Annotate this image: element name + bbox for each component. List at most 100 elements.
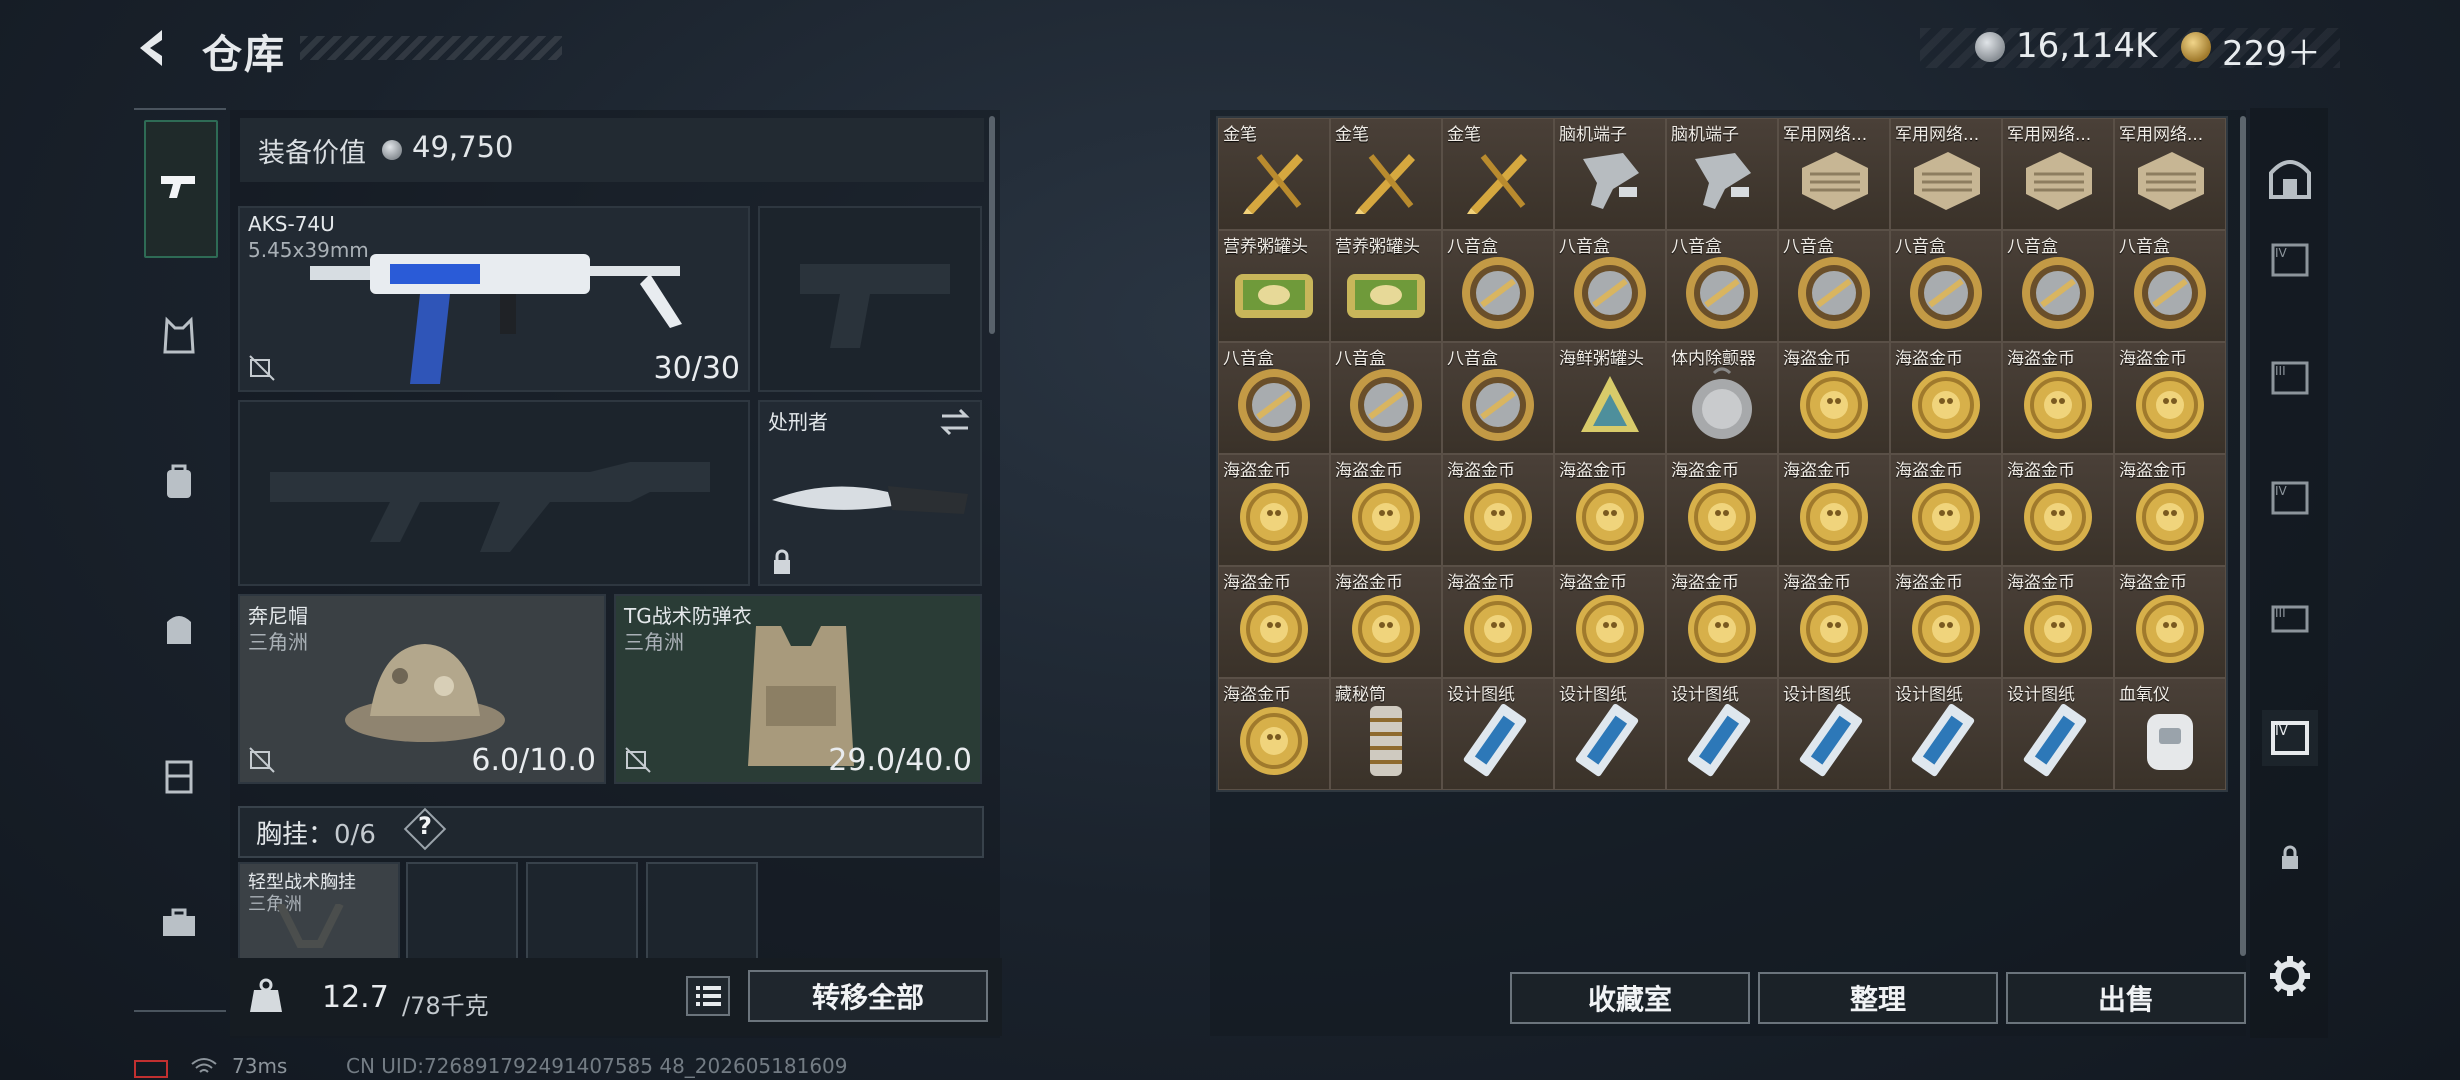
stash-item[interactable]: 海盗金币 — [1778, 342, 1890, 454]
toolbox-icon[interactable] — [155, 898, 203, 946]
organize-button[interactable]: 整理 — [1758, 972, 1998, 1024]
stash-item[interactable]: 营养粥罐头 — [1330, 230, 1442, 342]
stash-tab-3b-icon[interactable]: III — [2262, 590, 2318, 646]
stash-item[interactable]: 海盗金币 — [1554, 454, 1666, 566]
settings-gear-icon[interactable] — [2262, 948, 2318, 1004]
stash-item[interactable]: 海盗金币 — [2114, 454, 2226, 566]
stash-item[interactable]: 海盗金币 — [1890, 566, 2002, 678]
stash-item[interactable]: 海盗金币 — [1890, 342, 2002, 454]
stash-item[interactable]: 设计图纸 — [2002, 678, 2114, 790]
stash-item[interactable]: 设计图纸 — [1778, 678, 1890, 790]
chest-rig-slot[interactable]: 轻型战术胸挂 三角洲 — [238, 862, 400, 960]
stash-item[interactable]: 脑机端子 — [1554, 118, 1666, 230]
backpack-icon[interactable] — [155, 458, 203, 506]
gold-currency-value[interactable]: 229＋ — [2222, 26, 2321, 75]
stash-item[interactable]: 八音盒 — [2002, 230, 2114, 342]
stash-item[interactable]: 设计图纸 — [1666, 678, 1778, 790]
stash-item[interactable]: 八音盒 — [1218, 342, 1330, 454]
coin-icon — [2020, 591, 2096, 671]
stash-item[interactable]: 海盗金币 — [2002, 454, 2114, 566]
stash-item[interactable]: 八音盒 — [1666, 230, 1778, 342]
rig-pocket-empty[interactable] — [526, 862, 638, 960]
stash-item[interactable]: 金笔 — [1330, 118, 1442, 230]
stash-item[interactable]: 营养粥罐头 — [1218, 230, 1330, 342]
stash-item[interactable]: 海鲜粥罐头 — [1554, 342, 1666, 454]
stash-tab-vault-icon[interactable] — [2262, 150, 2318, 206]
stash-item[interactable]: 海盗金币 — [1554, 566, 1666, 678]
collection-room-button[interactable]: 收藏室 — [1510, 972, 1750, 1024]
stash-item[interactable]: 体内除颤器 — [1666, 342, 1778, 454]
primary-weapon-slot[interactable]: AKS-74U 5.45x39mm 30/30 — [238, 206, 750, 392]
vest-icon[interactable] — [155, 312, 203, 360]
stash-item-label: 海盗金币 — [1223, 685, 1291, 705]
stash-item[interactable]: 海盗金币 — [1218, 566, 1330, 678]
user-uid: CN UID:726891792491407585 48_20260518160… — [346, 1054, 848, 1078]
stash-item-label: 军用网络... — [2007, 125, 2092, 145]
stash-item-label: 金笔 — [1335, 125, 1369, 145]
stash-item[interactable]: 海盗金币 — [2114, 566, 2226, 678]
stash-item[interactable]: 金笔 — [1442, 118, 1554, 230]
stash-item[interactable]: 八音盒 — [1554, 230, 1666, 342]
case-icon[interactable] — [155, 752, 203, 800]
stash-item[interactable]: 军用网络... — [2002, 118, 2114, 230]
stash-item[interactable]: 海盗金币 — [1666, 454, 1778, 566]
armor-slot[interactable]: TG战术防弹衣 三角洲 29.0/40.0 — [614, 594, 982, 784]
stash-item-label: 海盗金币 — [2007, 461, 2075, 481]
stash-item[interactable]: 八音盒 — [2114, 230, 2226, 342]
rig-pocket-empty[interactable] — [646, 862, 758, 960]
help-icon-glyph[interactable]: ? — [418, 812, 432, 840]
stash-item-label: 脑机端子 — [1559, 125, 1627, 145]
pistol-slot-empty[interactable] — [758, 206, 982, 392]
stash-item[interactable]: 金笔 — [1218, 118, 1330, 230]
bag-icon[interactable] — [155, 604, 203, 652]
stash-item[interactable]: 军用网络... — [2114, 118, 2226, 230]
stash-item[interactable]: 藏秘筒 — [1330, 678, 1442, 790]
stash-item[interactable]: 海盗金币 — [1442, 454, 1554, 566]
stash-item[interactable]: 海盗金币 — [1778, 454, 1890, 566]
stash-item[interactable]: 八音盒 — [1890, 230, 2002, 342]
swap-icon[interactable] — [938, 408, 972, 436]
loadout-scrollbar[interactable] — [989, 116, 995, 334]
stash-item[interactable]: 血氧仪 — [2114, 678, 2226, 790]
stash-item-label: 海盗金币 — [1447, 573, 1515, 593]
stash-item[interactable]: 设计图纸 — [1554, 678, 1666, 790]
stash-tab-4-icon[interactable]: IV — [2262, 232, 2318, 288]
stash-item[interactable]: 八音盒 — [1330, 342, 1442, 454]
stash-item-label: 设计图纸 — [2007, 685, 2075, 705]
stash-item[interactable]: 海盗金币 — [1442, 566, 1554, 678]
lock-icon[interactable] — [2262, 830, 2318, 886]
stash-scrollbar[interactable] — [2240, 116, 2246, 956]
stash-item[interactable]: 海盗金币 — [2002, 342, 2114, 454]
stash-item[interactable]: 海盗金币 — [1218, 454, 1330, 566]
stash-item[interactable]: 设计图纸 — [1890, 678, 2002, 790]
stash-tab-active-icon[interactable]: IV — [2262, 710, 2318, 766]
stash-item[interactable]: 设计图纸 — [1442, 678, 1554, 790]
pistol-icon[interactable] — [155, 162, 203, 210]
stash-tab-3-icon[interactable]: III — [2262, 350, 2318, 406]
sell-button[interactable]: 出售 — [2006, 972, 2246, 1024]
stash-item[interactable]: 海盗金币 — [1666, 566, 1778, 678]
stash-item[interactable]: 海盗金币 — [1218, 678, 1330, 790]
transfer-all-button[interactable]: 转移全部 — [748, 970, 988, 1022]
stash-item[interactable]: 脑机端子 — [1666, 118, 1778, 230]
ping-value: 73ms — [232, 1054, 288, 1078]
stash-item[interactable]: 八音盒 — [1442, 230, 1554, 342]
stash-tab-4b-icon[interactable]: IV — [2262, 470, 2318, 526]
stash-item[interactable]: 海盗金币 — [2002, 566, 2114, 678]
stash-item[interactable]: 八音盒 — [1442, 342, 1554, 454]
rig-pocket-empty[interactable] — [406, 862, 518, 960]
stash-item[interactable]: 海盗金币 — [1778, 566, 1890, 678]
stash-item[interactable]: 海盗金币 — [1330, 454, 1442, 566]
stash-item[interactable]: 海盗金币 — [1890, 454, 2002, 566]
stash-item[interactable]: 八音盒 — [1778, 230, 1890, 342]
melee-slot[interactable]: 处刑者 — [758, 400, 982, 586]
secondary-weapon-slot-empty[interactable] — [238, 400, 750, 586]
back-arrow-icon[interactable] — [132, 26, 176, 70]
stash-item[interactable]: 海盗金币 — [1330, 566, 1442, 678]
stash-item[interactable]: 军用网络... — [1890, 118, 2002, 230]
coin-icon — [1796, 591, 1872, 671]
helmet-slot[interactable]: 奔尼帽 三角洲 6.0/10.0 — [238, 594, 606, 784]
list-view-button[interactable] — [686, 976, 730, 1016]
stash-item[interactable]: 军用网络... — [1778, 118, 1890, 230]
stash-item[interactable]: 海盗金币 — [2114, 342, 2226, 454]
